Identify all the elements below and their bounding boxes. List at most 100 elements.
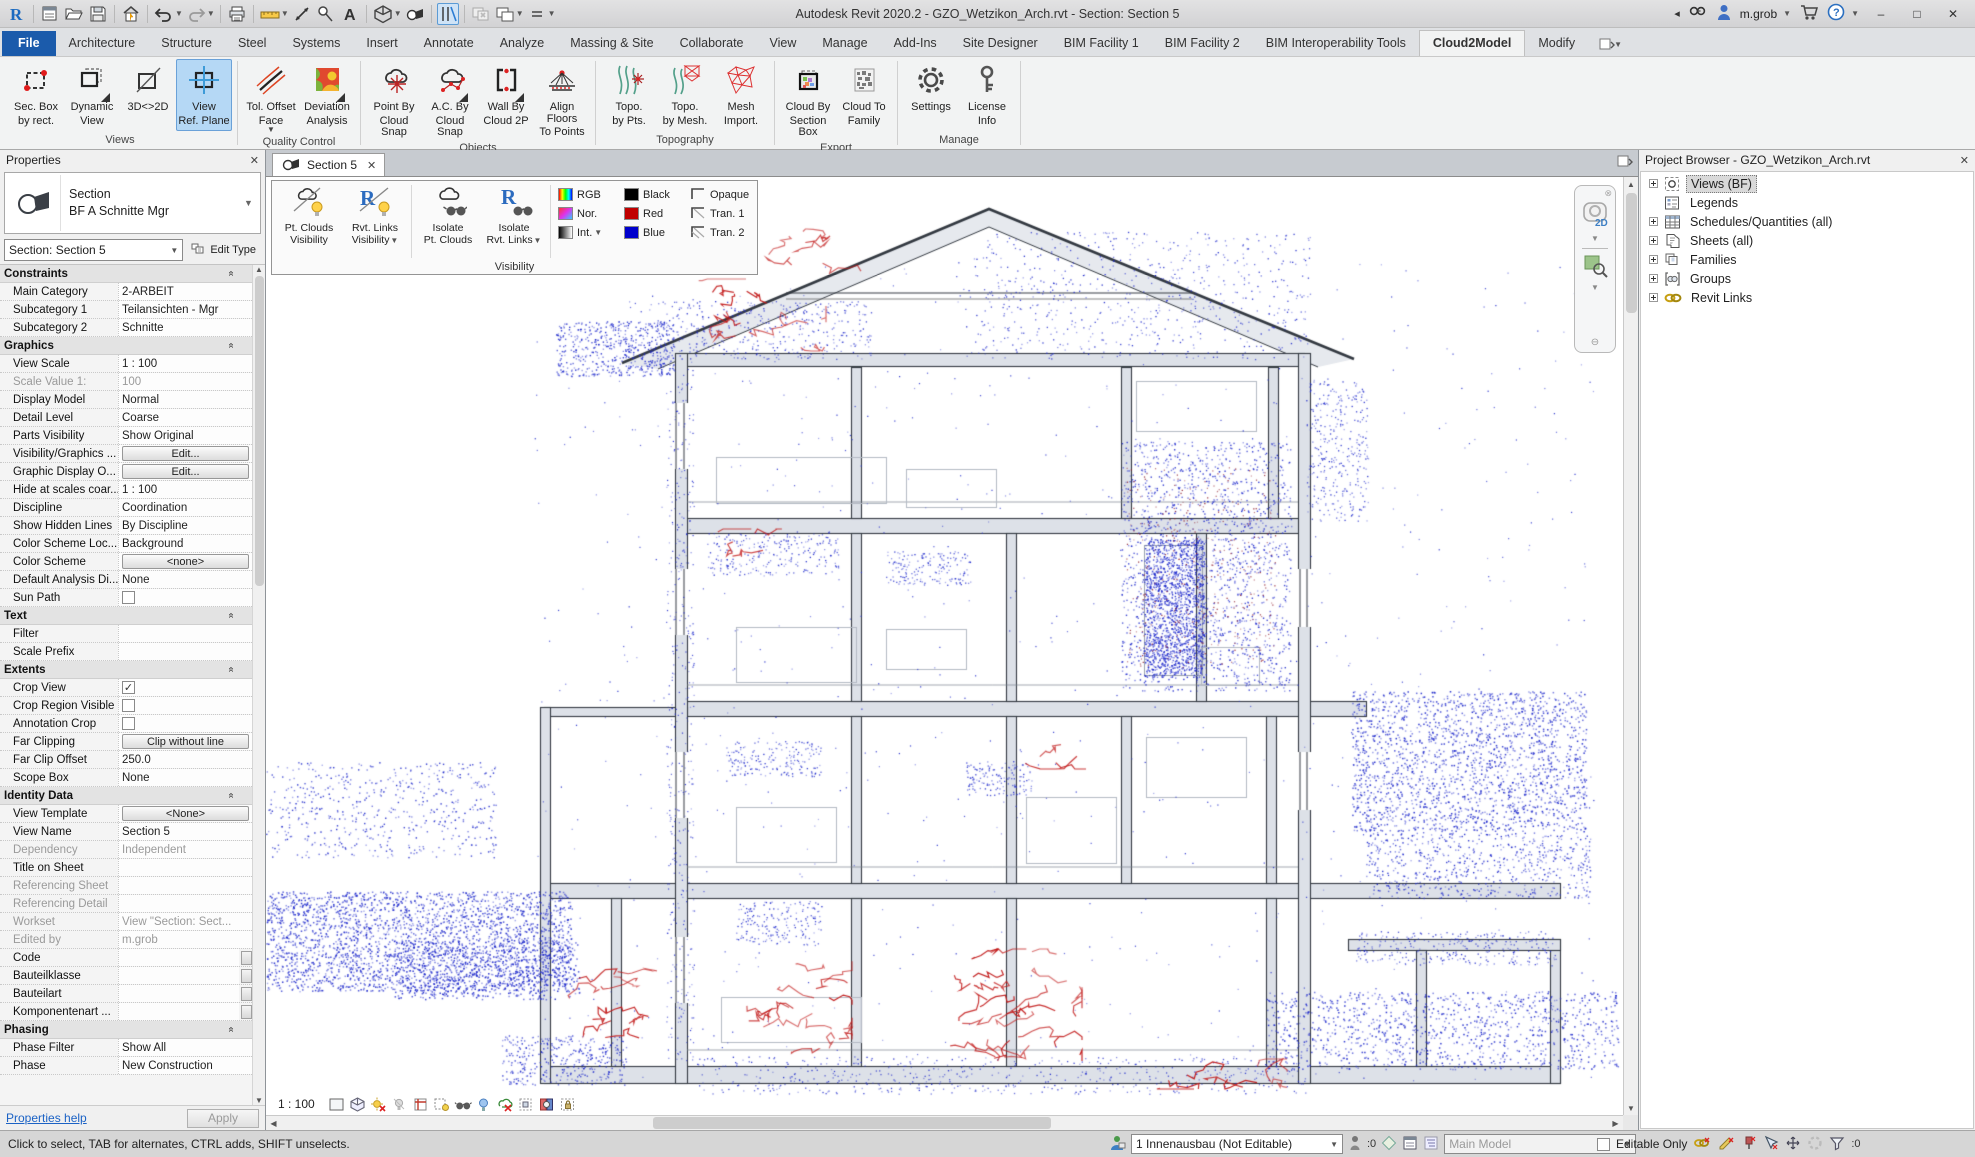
group-collapse-icon[interactable]: « xyxy=(226,667,237,673)
thin-lines-icon[interactable] xyxy=(437,3,459,25)
revit-logo[interactable]: R xyxy=(6,3,28,25)
pt-clouds-visibility-button[interactable]: Pt. CloudsVisibility xyxy=(276,183,342,260)
ribbon-tab-cloud2model[interactable]: Cloud2Model xyxy=(1419,30,1525,56)
view-lock-icon[interactable] xyxy=(559,1095,577,1113)
drawing-canvas-area[interactable]: Pt. CloudsVisibilityRRvt. LinksVisibilit… xyxy=(266,176,1638,1130)
ribbon-tab-massing-site[interactable]: Massing & Site xyxy=(557,31,666,56)
align-floors-to-points-button[interactable]: Align FloorsTo Points xyxy=(534,59,590,140)
edit-in-place-icon[interactable] xyxy=(1717,1135,1735,1154)
editing-requests-icon[interactable] xyxy=(1348,1134,1362,1155)
crop-view-icon[interactable] xyxy=(412,1095,430,1113)
zoom-menu-caret[interactable]: ▼ xyxy=(1591,283,1599,292)
default-3d-icon-caret[interactable]: ▼ xyxy=(394,9,402,18)
ribbon-tab-insert[interactable]: Insert xyxy=(353,31,410,56)
ribbon-tab-structure[interactable]: Structure xyxy=(148,31,225,56)
ribbon-tab-bim-facility-1[interactable]: BIM Facility 1 xyxy=(1051,31,1152,56)
view-ref-plane-button[interactable]: ViewRef. Plane xyxy=(176,59,232,131)
property-value[interactable] xyxy=(118,589,252,606)
aligned-dim-icon[interactable] xyxy=(291,3,313,25)
browser-item-families[interactable]: Families xyxy=(1641,250,1973,269)
settings-button[interactable]: Settings xyxy=(903,59,959,131)
group-collapse-icon[interactable]: « xyxy=(226,343,237,349)
property-value-button[interactable]: Edit... xyxy=(122,446,249,461)
ribbon-tab-annotate[interactable]: Annotate xyxy=(411,31,487,56)
button-menu-caret[interactable]: ▼ xyxy=(390,236,398,245)
color-mode-black[interactable]: Black xyxy=(624,187,686,202)
customize-icon[interactable] xyxy=(526,3,548,25)
property-group-text[interactable]: Text« xyxy=(0,607,252,625)
open-icon[interactable] xyxy=(63,3,85,25)
horizontal-scrollbar[interactable]: ◀▶ xyxy=(266,1115,1623,1130)
button-menu-caret[interactable]: ▼ xyxy=(534,236,542,245)
cloud-to-family-button[interactable]: Cloud ToFamily xyxy=(836,59,892,131)
view-tab-section5[interactable]: Section 5 ✕ xyxy=(272,153,385,176)
element-selector-caret[interactable]: ▼ xyxy=(170,246,178,255)
worksharing-display-icon[interactable] xyxy=(538,1095,556,1113)
measure-icon-caret[interactable]: ▼ xyxy=(281,9,289,18)
property-value[interactable]: 1 : 100 xyxy=(118,355,252,372)
property-value[interactable] xyxy=(118,625,252,642)
property-value[interactable] xyxy=(118,1003,239,1020)
wall-by-cloud-2p-button[interactable]: Wall ByCloud 2P xyxy=(478,59,534,131)
ribbon-tab-analyze[interactable]: Analyze xyxy=(487,31,557,56)
tag-icon[interactable] xyxy=(315,3,337,25)
drag-elements-icon[interactable] xyxy=(1785,1135,1801,1154)
reveal-constraints-icon[interactable] xyxy=(517,1095,535,1113)
search-icon[interactable] xyxy=(1688,3,1708,24)
color-mode-rgb[interactable]: RGB xyxy=(558,187,620,202)
expand-icon[interactable] xyxy=(1649,236,1658,245)
editable-only-checkbox[interactable] xyxy=(1597,1138,1610,1151)
ribbon-tab-site-designer[interactable]: Site Designer xyxy=(950,31,1051,56)
ribbon-tab-bim-facility-2[interactable]: BIM Facility 2 xyxy=(1152,31,1253,56)
ribbon-tab-add-ins[interactable]: Add-Ins xyxy=(881,31,950,56)
redo-icon[interactable] xyxy=(185,3,207,25)
license-info-button[interactable]: LicenseInfo xyxy=(959,59,1015,131)
tol-offset-face-button[interactable]: Tol. OffsetFace▼ xyxy=(243,59,299,134)
temporary-hide-icon[interactable] xyxy=(454,1095,472,1113)
navigation-bar[interactable]: ⊗ 2D ▼ ▼ ⊖ xyxy=(1574,185,1616,353)
ribbon-tab-systems[interactable]: Systems xyxy=(279,31,353,56)
property-value[interactable]: Normal xyxy=(118,391,252,408)
zoom-region-icon[interactable] xyxy=(1581,252,1609,281)
visual-style-icon[interactable] xyxy=(328,1095,346,1113)
property-value[interactable] xyxy=(118,949,239,966)
expand-icon[interactable] xyxy=(1649,293,1658,302)
switch-windows-icon[interactable] xyxy=(494,3,516,25)
property-group-identity-data[interactable]: Identity Data« xyxy=(0,787,252,805)
help-icon[interactable]: ? xyxy=(1827,3,1845,24)
property-value[interactable]: Teilansichten - Mgr xyxy=(118,301,252,318)
property-browse-button[interactable] xyxy=(241,1005,252,1019)
property-value[interactable]: Edit... xyxy=(118,463,252,480)
isolate-rvt-links-button[interactable]: RIsolateRvt. Links ▼ xyxy=(481,183,547,260)
type-selector-caret[interactable]: ▼ xyxy=(244,173,260,233)
group-collapse-icon[interactable]: « xyxy=(226,613,237,619)
property-group-constraints[interactable]: Constraints« xyxy=(0,265,252,283)
color-mode-tran-1[interactable]: Tran. 1 xyxy=(690,206,752,221)
button-menu-caret[interactable]: ▼ xyxy=(267,127,275,133)
properties-window-icon[interactable] xyxy=(39,3,61,25)
color-mode-blue[interactable]: Blue xyxy=(624,225,686,240)
property-group-phasing[interactable]: Phasing« xyxy=(0,1021,252,1039)
property-value[interactable]: Independent xyxy=(118,841,252,858)
customize-icon-caret[interactable]: ▼ xyxy=(548,9,556,18)
property-browse-button[interactable] xyxy=(241,987,252,1001)
infocenter-back-icon[interactable]: ◂ xyxy=(1674,7,1680,20)
pin-toggle-icon[interactable] xyxy=(1741,1135,1757,1154)
minimize-button[interactable]: – xyxy=(1867,4,1895,24)
group-collapse-icon[interactable]: « xyxy=(226,793,237,799)
properties-scrollbar[interactable]: ▲▼ xyxy=(252,265,265,1105)
element-selector-combobox[interactable]: Section: Section 5 ▼ xyxy=(4,239,183,261)
property-value-button[interactable]: <none> xyxy=(122,554,249,569)
view-scale-control[interactable]: 1 : 100 xyxy=(278,1097,315,1111)
steering-wheel-caret[interactable]: ▼ xyxy=(1591,234,1599,243)
property-value[interactable]: Edit... xyxy=(118,445,252,462)
color-mode-nor-[interactable]: Nor. xyxy=(558,206,620,221)
apply-button[interactable]: Apply xyxy=(187,1109,259,1128)
project-browser-close-icon[interactable]: ✕ xyxy=(1960,154,1969,167)
default-3d-icon[interactable] xyxy=(372,3,394,25)
property-value[interactable] xyxy=(118,859,252,876)
ribbon-display-toggle[interactable]: ▼ xyxy=(1598,36,1622,52)
property-group-extents[interactable]: Extents« xyxy=(0,661,252,679)
property-checkbox[interactable] xyxy=(122,717,135,730)
browser-item-legends[interactable]: Legends xyxy=(1641,193,1973,212)
